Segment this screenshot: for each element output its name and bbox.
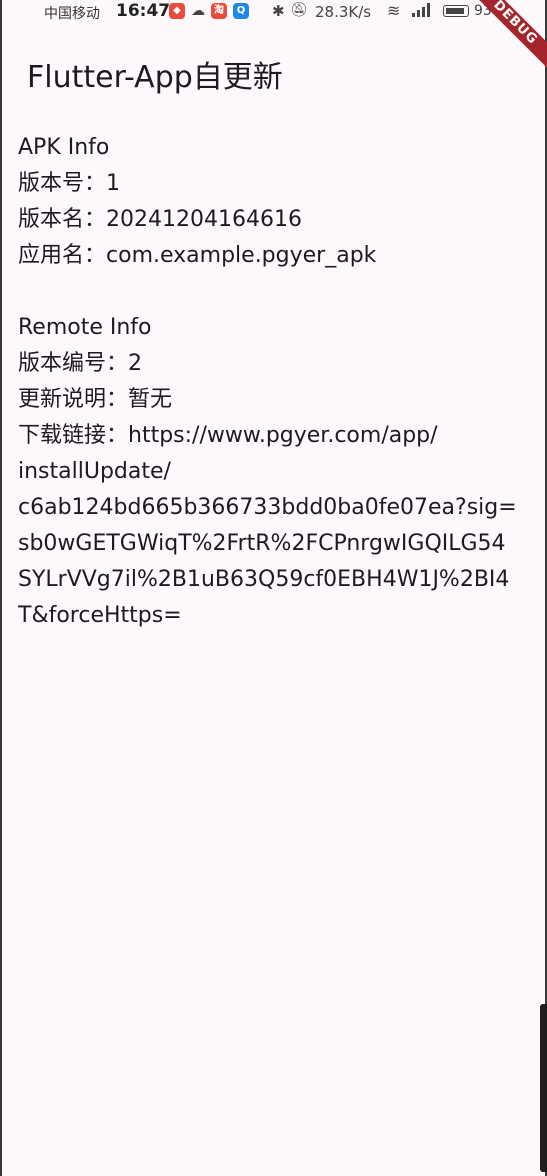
mute-bell-icon: 🔕︎ [290,2,308,18]
version-name-value: 20241204164616 [106,207,302,232]
device-frame-left [0,0,2,1176]
version-name-label: 版本名： [18,207,107,232]
download-link-row: 下载链接：https://www.pgyer.com/app/ installU… [18,418,533,634]
status-time: 16:47 [116,1,171,21]
apk-info-heading: APK Info [18,135,110,160]
info-content: APK Info 版本号：1 版本名：20241204164616 应用名：co… [18,130,533,634]
network-speed: 28.3K/s [315,3,372,21]
remote-info-section: Remote Info 版本编号：2 更新说明：暂无 下载链接：https://… [18,310,533,634]
download-url-line: c6ab124bd665b366733bdd0ba0fe07ea?sig= [18,495,517,520]
app-name-row: 应用名：com.example.pgyer_apk [18,238,533,274]
description-label: 更新说明： [18,387,129,412]
wifi-icon: ≋ [387,1,401,20]
download-url-line: https://www.pgyer.com/app/ [128,423,438,448]
carrier-label: 中国移动 [44,6,100,22]
signal-icon [412,3,434,17]
device-side-button [540,1004,547,1172]
build-number-label: 版本编号： [18,351,129,376]
build-number-value: 2 [128,351,143,376]
app-name-label: 应用名： [18,243,107,268]
taobao-icon: 淘 [211,3,227,19]
version-name-row: 版本名：20241204164616 [18,202,533,238]
build-number-row: 版本编号：2 [18,346,533,382]
version-code-value: 1 [106,171,121,196]
remote-info-heading: Remote Info [18,315,152,340]
download-url-line: SYLrVVg7il%2B1uB63Q59cf0EBH4W1J%2BI4 [18,567,510,592]
version-code-row: 版本号：1 [18,166,533,202]
battery-icon [443,5,469,17]
status-bar: 中国移动 16:47 ◆ ☁ 淘 Q ✱ 🔕︎ 28.3K/s ≋ 93% [2,0,545,24]
download-url-line: installUpdate/ [18,459,171,484]
wechat-icon: ☁ [191,3,205,19]
download-url-line: sb0wGETGWiqT%2FrtR%2FCPnrgwIGQILG54 [18,531,506,556]
battery-fill [446,8,464,14]
version-code-label: 版本号： [18,171,107,196]
apk-info-section: APK Info 版本号：1 版本名：20241204164616 应用名：co… [18,130,533,274]
page-title: Flutter-App自更新 [27,60,283,95]
shopping-app-icon: ◆ [169,3,185,19]
download-url-line: T&forceHttps= [18,603,182,628]
description-value: 暂无 [128,387,173,412]
download-link-label: 下载链接： [18,423,129,448]
app-name-value: com.example.pgyer_apk [106,243,377,268]
search-app-icon: Q [233,3,249,19]
description-row: 更新说明：暂无 [18,382,533,418]
bluetooth-icon: ✱ [272,2,285,20]
